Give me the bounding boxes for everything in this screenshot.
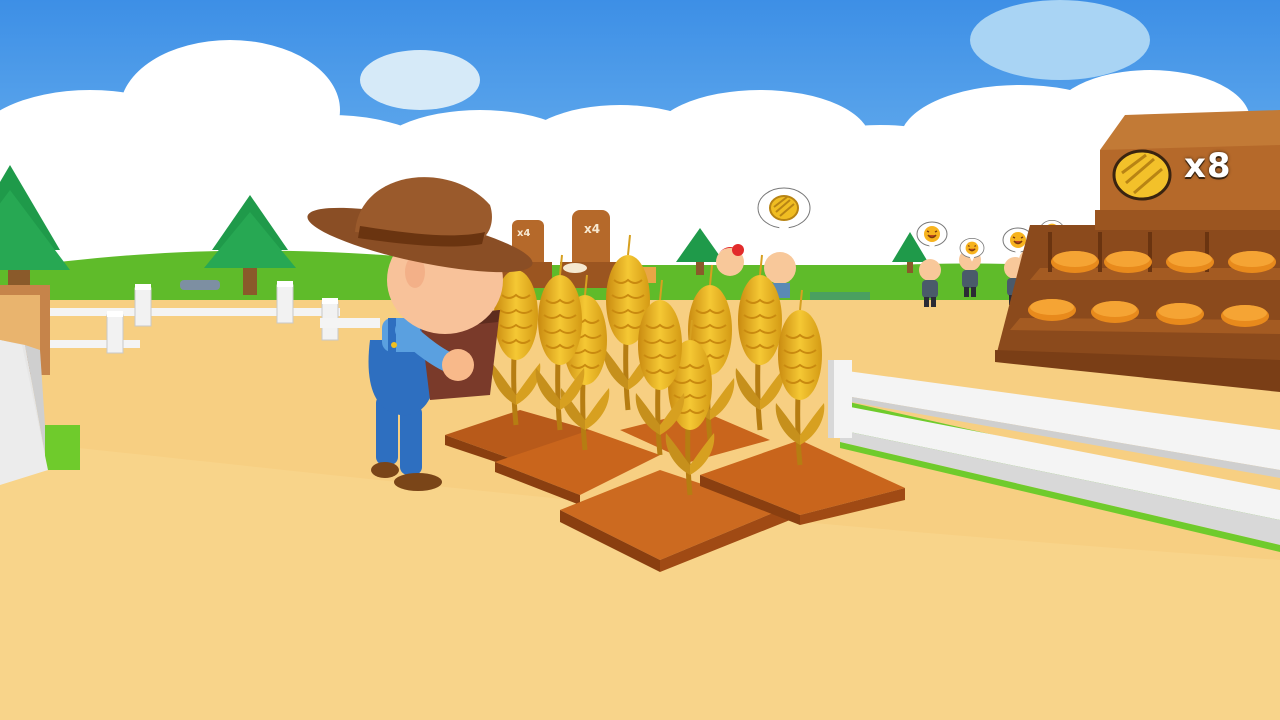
background-sign-count: x4 bbox=[584, 222, 601, 236]
rock bbox=[180, 280, 220, 290]
bread-icon bbox=[1112, 149, 1172, 201]
bench bbox=[810, 292, 870, 300]
bread-stand-count: x8 bbox=[1184, 146, 1232, 186]
background-sign-count: x4 bbox=[517, 228, 531, 239]
game-scene bbox=[0, 0, 1280, 720]
bread-icon bbox=[769, 195, 799, 221]
